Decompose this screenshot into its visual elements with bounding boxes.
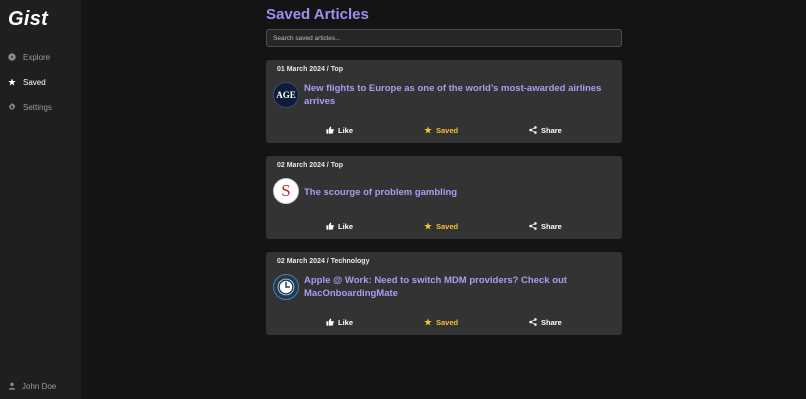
- saved-label: Saved: [436, 221, 459, 231]
- like-label: Like: [338, 125, 354, 135]
- share-button[interactable]: Share: [529, 316, 562, 328]
- saved-button[interactable]: Saved: [424, 220, 458, 232]
- share-icon: [529, 222, 537, 230]
- article-actions: Like Saved Share: [266, 124, 622, 136]
- article-actions: Like Saved Share: [266, 316, 622, 328]
- source-logo: S: [273, 178, 299, 204]
- clock-icon: [277, 278, 295, 296]
- share-label: Share: [541, 317, 562, 327]
- search-input[interactable]: [266, 29, 622, 47]
- gear-icon: [8, 103, 16, 111]
- article-meta: 02 March 2024 / Technology: [277, 258, 370, 265]
- article-title[interactable]: Apple @ Work: Need to switch MDM provide…: [304, 274, 614, 300]
- like-button[interactable]: Like: [326, 316, 353, 328]
- sidebar-item-explore[interactable]: Explore: [8, 49, 50, 65]
- source-logo-text: S: [281, 181, 291, 200]
- saved-label: Saved: [436, 317, 459, 327]
- share-label: Share: [541, 221, 562, 231]
- thumbs-up-icon: [326, 318, 334, 326]
- thumbs-up-icon: [326, 222, 334, 230]
- sidebar-item-label: Settings: [23, 102, 52, 112]
- clock-logo: [273, 274, 299, 300]
- compass-icon: [8, 53, 16, 61]
- user-icon: [8, 382, 16, 390]
- article-card: 02 March 2024 / Top S The scourge of pro…: [266, 156, 622, 239]
- article-card: 02 March 2024 / Technology Apple @ Work:…: [266, 252, 622, 335]
- sidebar-item-saved[interactable]: Saved: [8, 74, 46, 90]
- saved-label: Saved: [436, 125, 459, 135]
- article-actions: Like Saved Share: [266, 220, 622, 232]
- like-label: Like: [338, 221, 354, 231]
- source-logo-text: AGE: [276, 90, 296, 100]
- like-button[interactable]: Like: [326, 124, 353, 136]
- article-card: 01 March 2024 / Top AGE New flights to E…: [266, 60, 622, 143]
- share-icon: [529, 126, 537, 134]
- app-logo[interactable]: Gist: [8, 8, 48, 31]
- user-name: John Doe: [22, 381, 57, 391]
- share-button[interactable]: Share: [529, 124, 562, 136]
- article-meta: 02 March 2024 / Top: [277, 162, 344, 169]
- star-icon: [8, 78, 16, 86]
- user-profile[interactable]: John Doe: [8, 378, 56, 394]
- article-title[interactable]: New flights to Europe as one of the worl…: [304, 82, 614, 108]
- star-icon: [424, 126, 432, 134]
- like-label: Like: [338, 317, 354, 327]
- share-button[interactable]: Share: [529, 220, 562, 232]
- share-icon: [529, 318, 537, 326]
- article-title[interactable]: The scourge of problem gambling: [304, 186, 614, 199]
- sidebar-item-label: Explore: [23, 52, 51, 62]
- thumbs-up-icon: [326, 126, 334, 134]
- page-title: Saved Articles: [266, 6, 369, 23]
- like-button[interactable]: Like: [326, 220, 353, 232]
- share-label: Share: [541, 125, 562, 135]
- article-meta: 01 March 2024 / Top: [277, 66, 344, 73]
- star-icon: [424, 318, 432, 326]
- sidebar: Gist Explore Saved Settings John Doe: [0, 0, 81, 399]
- sidebar-item-label: Saved: [23, 77, 46, 87]
- saved-button[interactable]: Saved: [424, 316, 458, 328]
- sidebar-item-settings[interactable]: Settings: [8, 99, 52, 115]
- star-icon: [424, 222, 432, 230]
- source-logo: AGE: [273, 82, 299, 108]
- saved-button[interactable]: Saved: [424, 124, 458, 136]
